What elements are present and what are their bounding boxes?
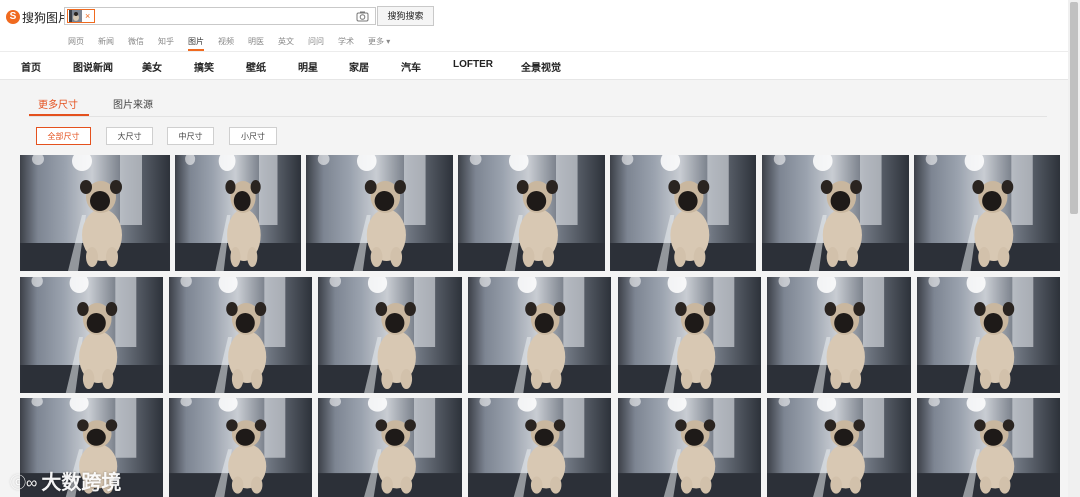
category-item-8[interactable]: LOFTER — [453, 59, 493, 70]
nav-link-2[interactable]: 微信 — [128, 36, 144, 47]
image-result-3[interactable] — [458, 155, 605, 271]
size-medium-button[interactable]: 中尺寸 — [167, 127, 214, 145]
image-result-16[interactable] — [318, 398, 462, 497]
pug-photo — [169, 277, 312, 393]
category-item-2[interactable]: 美女 — [142, 59, 162, 74]
image-result-0[interactable] — [20, 155, 170, 271]
image-result-1[interactable] — [175, 155, 301, 271]
page-scrollbar[interactable] — [1068, 0, 1080, 497]
image-result-15[interactable] — [169, 398, 312, 497]
image-result-20[interactable] — [917, 398, 1060, 497]
pug-photo — [318, 398, 462, 497]
size-all-button[interactable]: 全部尺寸 — [36, 127, 91, 145]
image-result-6[interactable] — [914, 155, 1060, 271]
image-result-17[interactable] — [468, 398, 611, 497]
pug-photo — [767, 277, 911, 393]
size-small-button[interactable]: 小尺寸 — [229, 127, 277, 145]
tab-image-source[interactable]: 图片来源 — [113, 96, 153, 111]
nav-link-10[interactable]: 更多 ▾ — [368, 36, 390, 47]
image-result-13[interactable] — [917, 277, 1060, 393]
tabs-divider — [29, 116, 1047, 117]
watermark: ⓒ∞ 大数跨境 — [10, 466, 121, 495]
pug-photo — [762, 155, 909, 271]
pug-photo — [169, 398, 312, 497]
watermark-logo-icon: ⓒ∞ — [10, 474, 38, 492]
nav-link-4[interactable]: 图片 — [188, 36, 204, 51]
pug-photo — [914, 155, 1060, 271]
pug-photo — [20, 277, 163, 393]
search-button[interactable]: 搜狗搜索 — [377, 6, 434, 26]
category-item-0[interactable]: 首页 — [21, 59, 41, 74]
scroll-thumb[interactable] — [1070, 2, 1078, 214]
search-input[interactable]: × — [64, 7, 376, 25]
category-item-7[interactable]: 汽车 — [401, 59, 421, 74]
category-item-9[interactable]: 全景视觉 — [521, 59, 561, 74]
nav-link-5[interactable]: 视频 — [218, 36, 234, 47]
pug-photo — [318, 277, 462, 393]
category-bar: 首页 图说新闻 美女 搞笑 壁纸 明星 家居 汽车 LOFTER 全景视觉 — [0, 52, 1068, 80]
pug-photo — [618, 277, 761, 393]
vertical-nav: 网页 新闻 微信 知乎 图片 视频 明医 英文 问问 学术 更多 ▾ — [68, 36, 404, 51]
image-result-5[interactable] — [762, 155, 909, 271]
category-item-3[interactable]: 搞笑 — [194, 59, 214, 74]
nav-link-0[interactable]: 网页 — [68, 36, 84, 47]
query-thumbnail-icon — [69, 10, 82, 22]
pug-photo — [306, 155, 453, 271]
nav-link-6[interactable]: 明医 — [248, 36, 264, 47]
pug-photo — [458, 155, 605, 271]
image-result-12[interactable] — [767, 277, 911, 393]
nav-link-1[interactable]: 新闻 — [98, 36, 114, 47]
pug-photo — [468, 277, 611, 393]
header: S 搜狗图片 × 搜狗搜索 网页 新闻 微信 知乎 图片 视频 明医 英文 问问 学术 更多 ▾ — [0, 0, 1068, 52]
nav-link-3[interactable]: 知乎 — [158, 36, 174, 47]
category-item-5[interactable]: 明星 — [298, 59, 318, 74]
pug-photo — [175, 155, 301, 271]
pug-photo — [618, 398, 761, 497]
image-query-chip[interactable]: × — [67, 9, 95, 23]
image-result-9[interactable] — [318, 277, 462, 393]
pug-photo — [468, 398, 611, 497]
image-result-10[interactable] — [468, 277, 611, 393]
tab-more-sizes[interactable]: 更多尺寸 — [38, 96, 78, 111]
sogou-logo[interactable]: S 搜狗图片 — [6, 9, 70, 25]
nav-link-7[interactable]: 英文 — [278, 36, 294, 47]
pug-photo — [20, 155, 170, 271]
chip-close-icon[interactable]: × — [85, 10, 90, 22]
nav-link-9[interactable]: 学术 — [338, 36, 354, 47]
pug-photo — [767, 398, 911, 497]
image-result-19[interactable] — [767, 398, 911, 497]
nav-link-8[interactable]: 问问 — [308, 36, 324, 47]
image-result-7[interactable] — [20, 277, 163, 393]
watermark-text: 大数跨境 — [41, 472, 122, 494]
category-item-4[interactable]: 壁纸 — [246, 59, 266, 74]
pug-photo — [610, 155, 756, 271]
size-large-button[interactable]: 大尺寸 — [106, 127, 153, 145]
image-result-4[interactable] — [610, 155, 756, 271]
logo-text: 搜狗图片 — [22, 10, 71, 25]
image-result-8[interactable] — [169, 277, 312, 393]
image-result-18[interactable] — [618, 398, 761, 497]
sogou-logo-icon: S — [6, 10, 20, 24]
camera-icon[interactable] — [356, 10, 369, 22]
category-item-1[interactable]: 图说新闻 — [73, 59, 113, 74]
image-result-2[interactable] — [306, 155, 453, 271]
category-item-6[interactable]: 家居 — [349, 59, 369, 74]
pug-photo — [917, 277, 1060, 393]
pug-photo — [917, 398, 1060, 497]
image-result-11[interactable] — [618, 277, 761, 393]
